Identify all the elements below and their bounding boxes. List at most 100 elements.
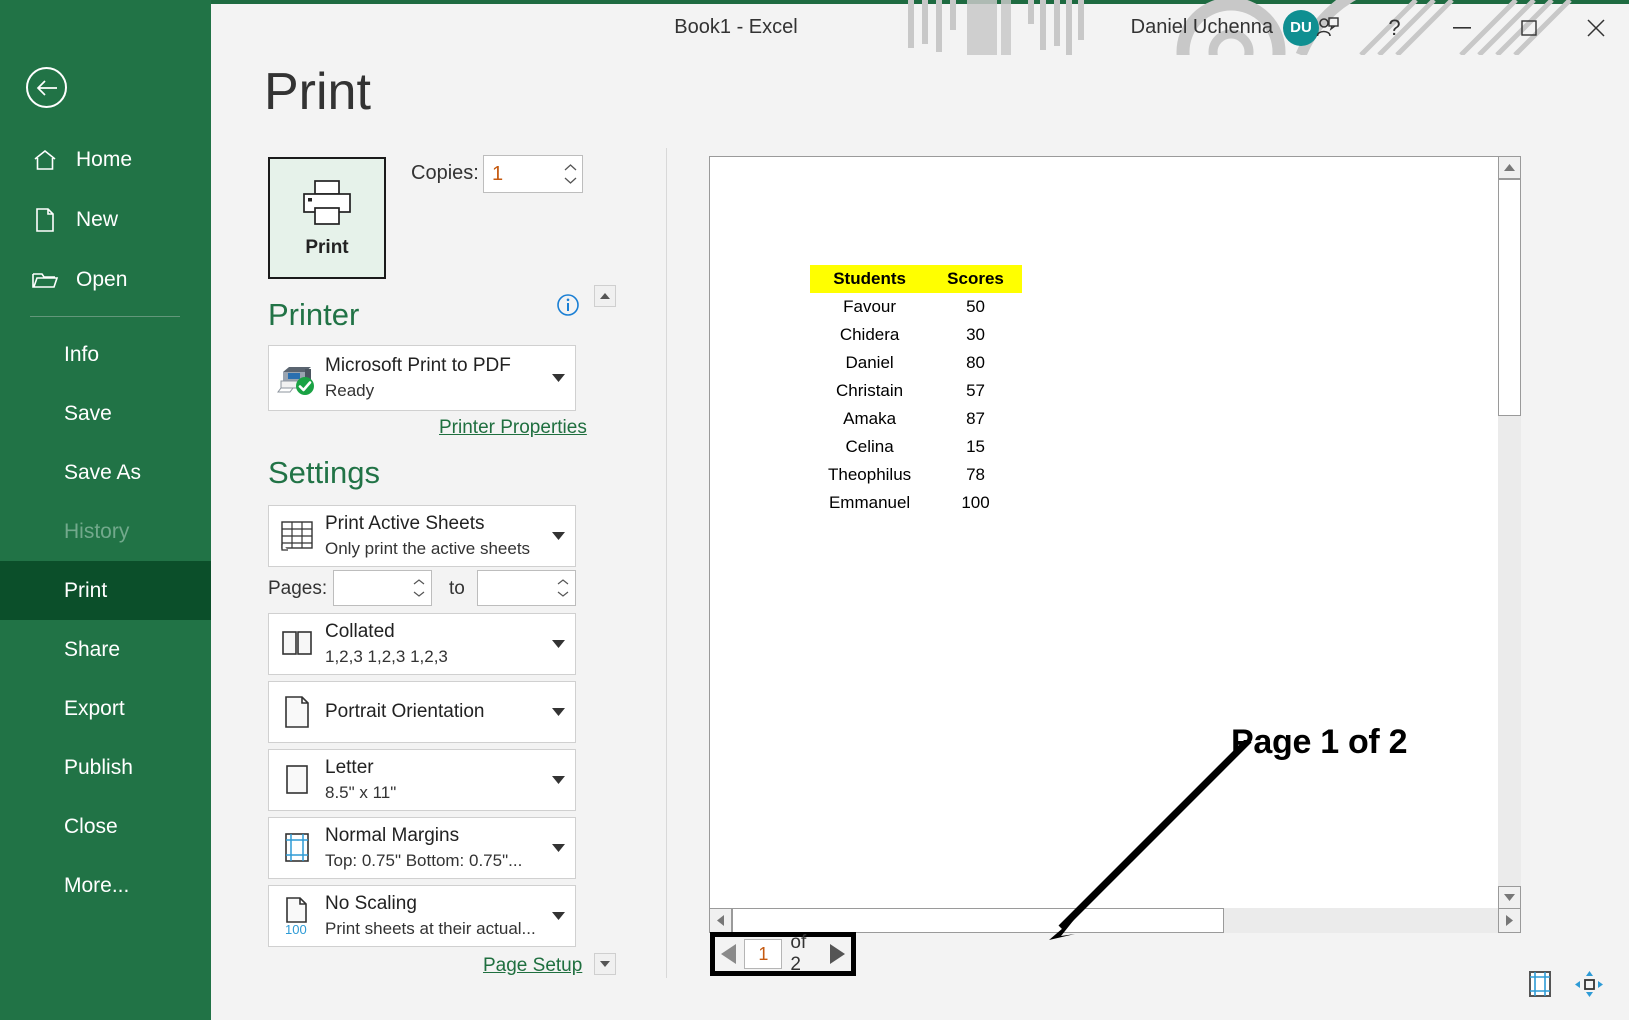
- copies-decrement-icon[interactable]: [564, 177, 577, 184]
- margins-secondary: Top: 0.75" Bottom: 0.75"...: [325, 850, 541, 872]
- panel-divider: [666, 148, 667, 978]
- sidebar-item-open[interactable]: Open: [0, 250, 211, 310]
- margins-select[interactable]: Normal Margins Top: 0.75" Bottom: 0.75".…: [268, 817, 576, 879]
- prev-page-icon[interactable]: [715, 937, 742, 971]
- column-header-students: Students: [810, 265, 929, 293]
- chevron-down-icon[interactable]: [541, 844, 575, 852]
- print-preview-page: Students Scores Favour50 Chidera30 Danie…: [709, 156, 1509, 909]
- preview-hscroll-track[interactable]: [1224, 908, 1498, 933]
- scroll-right-icon[interactable]: [1498, 908, 1521, 933]
- printer-section-heading: Printer: [268, 297, 359, 333]
- zoom-to-page-icon[interactable]: [1574, 970, 1604, 998]
- sidebar-item-new[interactable]: New: [0, 190, 211, 250]
- printer-icon: [299, 178, 355, 228]
- table-row: Favour50: [810, 293, 1022, 321]
- sheet-grid-icon: [269, 506, 325, 566]
- settings-scroll-down-icon[interactable]: [594, 953, 616, 975]
- title-bar: Book1 - Excel Daniel Uchenna DU ?: [211, 0, 1629, 55]
- collation-text: Collated 1,2,3 1,2,3 1,2,3: [325, 620, 541, 669]
- collation-secondary: 1,2,3 1,2,3 1,2,3: [325, 646, 541, 668]
- chevron-down-icon[interactable]: [541, 640, 575, 648]
- scroll-down-icon[interactable]: [1498, 886, 1521, 909]
- printer-properties-link[interactable]: Printer Properties: [439, 417, 587, 439]
- sidebar-item-export[interactable]: Export: [0, 679, 211, 738]
- scaling-secondary: Print sheets at their actual...: [325, 918, 541, 940]
- person-share-icon[interactable]: [1294, 0, 1361, 55]
- paper-size-text: Letter 8.5" x 11": [325, 756, 541, 805]
- sidebar-item-save[interactable]: Save: [0, 384, 211, 443]
- document-title: Book1 - Excel: [211, 0, 1261, 55]
- collation-select[interactable]: Collated 1,2,3 1,2,3 1,2,3: [268, 613, 576, 675]
- chevron-down-icon[interactable]: [541, 374, 575, 382]
- sidebar-item-info[interactable]: Info: [0, 325, 211, 384]
- printer-status: Ready: [325, 380, 541, 402]
- preview-horizontal-scrollbar[interactable]: [709, 908, 1521, 933]
- info-icon[interactable]: [556, 293, 580, 317]
- table-row: Christain57: [810, 377, 1022, 405]
- show-margins-icon[interactable]: [1526, 970, 1554, 998]
- page-number-input-wrap[interactable]: [744, 939, 782, 969]
- sidebar-item-home[interactable]: Home: [0, 130, 211, 190]
- copies-stepper[interactable]: [483, 155, 583, 193]
- paper-size-secondary: 8.5" x 11": [325, 782, 541, 804]
- help-icon[interactable]: ?: [1361, 0, 1428, 55]
- orientation-primary: Portrait Orientation: [325, 700, 541, 724]
- pages-from-stepper[interactable]: [333, 570, 432, 606]
- orientation-select[interactable]: Portrait Orientation: [268, 681, 576, 743]
- table-row: Theophilus78: [810, 461, 1022, 489]
- print-button-label: Print: [305, 237, 348, 259]
- sidebar-item-history: History: [0, 502, 211, 561]
- restore-icon[interactable]: [1495, 0, 1562, 55]
- pages-to-stepper[interactable]: [477, 570, 576, 606]
- printer-select-text: Microsoft Print to PDF Ready: [325, 354, 541, 403]
- page-number-input[interactable]: [745, 940, 781, 968]
- sidebar-item-publish[interactable]: Publish: [0, 738, 211, 797]
- close-icon[interactable]: [1562, 0, 1629, 55]
- pages-to-increment-icon[interactable]: [557, 579, 569, 585]
- print-button[interactable]: Print: [268, 157, 386, 279]
- preview-vscroll-track[interactable]: [1498, 416, 1521, 886]
- paper-size-select[interactable]: Letter 8.5" x 11": [268, 749, 576, 811]
- minimize-icon[interactable]: [1428, 0, 1495, 55]
- settings-scroll-track[interactable]: [594, 307, 616, 953]
- copies-increment-icon[interactable]: [564, 164, 577, 171]
- pages-from-increment-icon[interactable]: [413, 579, 425, 585]
- scroll-left-icon[interactable]: [709, 908, 732, 933]
- sidebar-item-label: New: [76, 208, 118, 232]
- sidebar-bottom-group: Info Save Save As History Print Share Ex…: [0, 325, 211, 915]
- pages-to-decrement-icon[interactable]: [557, 591, 569, 597]
- sidebar-item-label: Print: [64, 579, 107, 603]
- sidebar-item-label: Publish: [64, 756, 133, 780]
- chevron-down-icon[interactable]: [541, 532, 575, 540]
- pages-from-decrement-icon[interactable]: [413, 591, 425, 597]
- print-range-select[interactable]: Print Active Sheets Only print the activ…: [268, 505, 576, 567]
- sidebar-item-save-as[interactable]: Save As: [0, 443, 211, 502]
- next-page-icon[interactable]: [824, 937, 851, 971]
- settings-scroll-up-icon[interactable]: [594, 285, 616, 307]
- settings-scrollbar[interactable]: [594, 285, 616, 975]
- preview-hscroll-thumb[interactable]: [732, 908, 1224, 933]
- cell-student: Amaka: [810, 405, 929, 433]
- chevron-down-icon[interactable]: [541, 708, 575, 716]
- page-setup-link[interactable]: Page Setup: [483, 955, 582, 977]
- cell-student: Chidera: [810, 321, 929, 349]
- preview-vertical-scrollbar[interactable]: [1498, 156, 1521, 909]
- cell-score: 15: [929, 433, 1022, 461]
- scroll-up-icon[interactable]: [1498, 156, 1521, 179]
- page-count-label: of 2: [784, 932, 823, 976]
- scaling-select[interactable]: 100 No Scaling Print sheets at their act…: [268, 885, 576, 947]
- copies-label: Copies:: [411, 162, 479, 185]
- back-arrow-glyph: [36, 79, 58, 97]
- copies-spin-arrows: [561, 156, 579, 192]
- page-navigator[interactable]: of 2: [710, 932, 856, 976]
- preview-vscroll-thumb[interactable]: [1498, 179, 1521, 416]
- sidebar-item-share[interactable]: Share: [0, 620, 211, 679]
- chevron-down-icon[interactable]: [541, 912, 575, 920]
- sidebar-item-close[interactable]: Close: [0, 797, 211, 856]
- sidebar-item-print[interactable]: Print: [0, 561, 211, 620]
- sidebar-item-label: History: [64, 520, 129, 544]
- chevron-down-icon[interactable]: [541, 776, 575, 784]
- printer-select[interactable]: Microsoft Print to PDF Ready: [268, 345, 576, 411]
- sidebar-item-more[interactable]: More...: [0, 856, 211, 915]
- back-arrow-icon[interactable]: [26, 67, 67, 108]
